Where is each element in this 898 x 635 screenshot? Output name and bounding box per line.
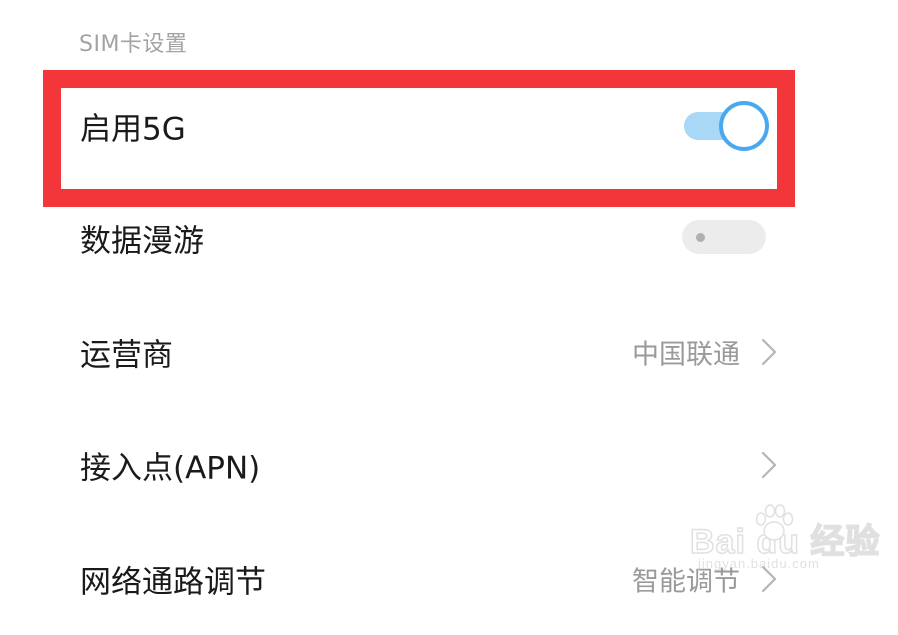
- watermark-url: jingyan.baidu.com: [698, 556, 820, 571]
- setting-row-carrier[interactable]: 运营商 中国联通: [0, 296, 898, 408]
- highlight-box: [43, 70, 795, 207]
- data-roaming-toggle[interactable]: [682, 220, 768, 256]
- carrier-value: 中国联通: [632, 339, 740, 371]
- setting-label-apn: 接入点(APN): [80, 450, 261, 487]
- chevron-right-icon: [761, 338, 777, 366]
- baidu-watermark: Bai du 经验 jingyan.baidu.com: [689, 504, 880, 580]
- section-header-sim-settings: SIM卡设置: [79, 32, 188, 57]
- setting-label-carrier: 运营商: [80, 337, 173, 374]
- paw-icon: [755, 504, 794, 541]
- chevron-right-icon: [761, 451, 777, 479]
- setting-label-network-path: 网络通路调节: [80, 564, 266, 601]
- toggle-knob: [696, 233, 705, 242]
- setting-label-data-roaming: 数据漫游: [80, 223, 204, 260]
- toggle-track: [682, 220, 766, 254]
